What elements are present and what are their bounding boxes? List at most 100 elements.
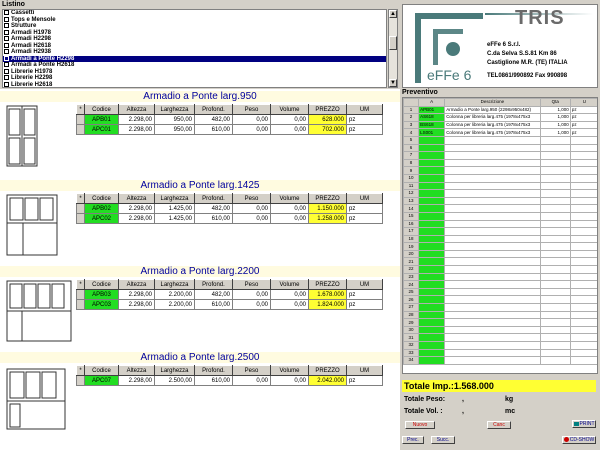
grid-cell-qta[interactable]	[539, 257, 571, 267]
print-button[interactable]: PRINT	[572, 420, 596, 428]
grid-cell-code[interactable]	[418, 204, 446, 213]
cell-um[interactable]: pz	[346, 203, 383, 214]
grid-row[interactable]: 31	[403, 333, 597, 342]
listino-scrollbar[interactable]: ▲ ▼	[388, 9, 398, 88]
grid-cell-desc[interactable]	[444, 356, 541, 365]
cell-altezza[interactable]: 2.298,00	[118, 124, 155, 135]
cell-profond[interactable]: 610,00	[194, 375, 233, 386]
cell-peso[interactable]: 0,00	[232, 213, 271, 224]
grid-cell-desc[interactable]	[444, 303, 541, 312]
grid-cell-qta[interactable]	[539, 333, 571, 342]
cell-um[interactable]: pz	[346, 213, 383, 224]
grid-row[interactable]: 23	[403, 272, 597, 282]
grid-cell-code[interactable]	[418, 219, 446, 229]
grid-row[interactable]: 25	[403, 287, 597, 297]
row-selector[interactable]	[76, 124, 85, 135]
grid-cell-um[interactable]	[569, 189, 597, 198]
grid-cell-code[interactable]	[418, 341, 446, 350]
grid-cell-code[interactable]: APB01	[418, 105, 446, 115]
cell-peso[interactable]: 0,00	[232, 114, 271, 125]
grid-cell-code[interactable]	[418, 181, 446, 191]
scroll-thumb[interactable]	[389, 36, 397, 50]
cell-prezzo[interactable]: 2.042.000	[308, 375, 347, 386]
grid-cell-um[interactable]: pz	[569, 105, 597, 115]
grid-cell-desc[interactable]	[444, 242, 541, 251]
grid-cell-qta[interactable]	[539, 287, 571, 297]
grid-cell-qta[interactable]	[539, 196, 571, 206]
cell-altezza[interactable]: 2.298,00	[118, 114, 155, 125]
grid-row[interactable]: 33	[403, 348, 597, 358]
cell-volume[interactable]: 0,00	[270, 213, 309, 224]
grid-cell-um[interactable]: pz	[569, 128, 597, 137]
grid-row[interactable]: 22	[403, 265, 597, 274]
grid-cell-code[interactable]	[418, 196, 446, 206]
cell-volume[interactable]: 0,00	[270, 289, 309, 300]
cell-codice[interactable]: APB01	[84, 114, 119, 125]
cell-um[interactable]: pz	[346, 375, 383, 386]
grid-cell-qta[interactable]	[539, 151, 571, 160]
row-selector[interactable]	[76, 299, 85, 310]
nuovo-button[interactable]: Nuovo	[405, 421, 435, 429]
grid-row[interactable]: 10	[403, 173, 597, 183]
cell-altezza[interactable]: 2.298,00	[118, 299, 155, 310]
grid-cell-qta[interactable]	[539, 318, 571, 327]
cd-show-button[interactable]: CD-SHOW	[562, 436, 596, 444]
grid-row[interactable]: 27	[403, 303, 597, 312]
grid-cell-qta[interactable]: 1,000	[539, 128, 571, 137]
grid-cell-code[interactable]	[418, 143, 446, 153]
grid-cell-um[interactable]	[569, 356, 597, 365]
grid-row[interactable]: 13	[403, 196, 597, 206]
grid-cell-um[interactable]	[569, 158, 597, 168]
grid-row[interactable]: 20	[403, 249, 597, 259]
grid-row[interactable]: 11	[403, 181, 597, 191]
cell-larghezza[interactable]: 950,00	[154, 114, 195, 125]
cell-profond[interactable]: 610,00	[194, 299, 233, 310]
grid-cell-desc[interactable]	[444, 135, 541, 145]
grid-cell-desc[interactable]	[444, 151, 541, 160]
grid-cell-um[interactable]: pz	[569, 120, 597, 130]
grid-cell-desc[interactable]	[444, 341, 541, 350]
grid-cell-code[interactable]	[418, 257, 446, 267]
canc-button[interactable]: Canc	[487, 421, 511, 429]
grid-row[interactable]: 21	[403, 257, 597, 267]
grid-cell-um[interactable]	[569, 151, 597, 160]
cell-larghezza[interactable]: 950,00	[154, 124, 195, 135]
grid-cell-desc[interactable]	[444, 211, 541, 221]
grid-row[interactable]: 17	[403, 227, 597, 236]
grid-cell-um[interactable]	[569, 173, 597, 183]
table-row[interactable]: APC02 2.298,00 1.425,00 610,00 0,00 0,00 1.258…	[76, 213, 383, 224]
grid-cell-code[interactable]	[418, 227, 446, 236]
grid-cell-code[interactable]	[418, 303, 446, 312]
grid-row[interactable]: 30	[403, 325, 597, 335]
grid-cell-qta[interactable]	[539, 249, 571, 259]
grid-cell-qta[interactable]: 1,000	[539, 113, 571, 122]
grid-cell-code[interactable]	[418, 211, 446, 221]
grid-cell-qta[interactable]	[539, 135, 571, 145]
cell-larghezza[interactable]: 2.500,00	[154, 375, 195, 386]
grid-cell-code[interactable]	[418, 166, 446, 175]
cell-altezza[interactable]: 2.298,00	[118, 289, 155, 300]
grid-cell-qta[interactable]	[539, 143, 571, 153]
row-selector[interactable]	[76, 375, 85, 386]
grid-cell-qta[interactable]	[539, 189, 571, 198]
grid-cell-qta[interactable]: 1,000	[539, 105, 571, 115]
grid-cell-um[interactable]	[569, 242, 597, 251]
grid-cell-um[interactable]	[569, 265, 597, 274]
cell-codice[interactable]: APC07	[84, 375, 119, 386]
grid-cell-desc[interactable]	[444, 318, 541, 327]
grid-cell-qta[interactable]	[539, 227, 571, 236]
grid-cell-qta[interactable]	[539, 173, 571, 183]
cell-altezza[interactable]: 2.298,00	[118, 203, 155, 214]
grid-cell-code[interactable]	[418, 325, 446, 335]
grid-row[interactable]: 1 APB01 Armadio a Ponte larg.950 (2298x950…	[403, 105, 597, 115]
cell-peso[interactable]: 0,00	[232, 375, 271, 386]
cell-codice[interactable]: APC01	[84, 124, 119, 135]
grid-cell-code[interactable]	[418, 295, 446, 305]
grid-cell-um[interactable]	[569, 303, 597, 312]
table-row[interactable]: APB02 2.298,00 1.425,00 482,00 0,00 0,00 1.150…	[76, 203, 383, 214]
grid-cell-code[interactable]: LS001	[418, 128, 446, 137]
grid-cell-um[interactable]	[569, 227, 597, 236]
grid-cell-qta[interactable]	[539, 295, 571, 305]
cell-profond[interactable]: 482,00	[194, 203, 233, 214]
grid-cell-desc[interactable]	[444, 348, 541, 358]
